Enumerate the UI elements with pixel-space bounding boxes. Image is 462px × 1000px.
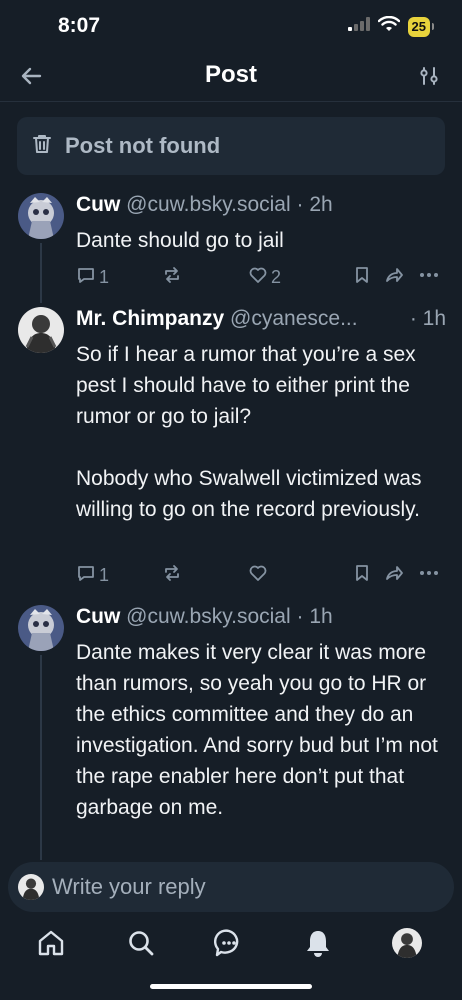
post-time: · 2h xyxy=(296,193,333,216)
reply-composer[interactable] xyxy=(8,862,454,912)
wifi-icon xyxy=(377,15,400,37)
heart-icon xyxy=(248,563,268,588)
profile-avatar[interactable] xyxy=(392,928,422,958)
post-actions: 1 2 xyxy=(76,265,448,291)
thread-line xyxy=(40,655,42,860)
repost-button[interactable] xyxy=(162,265,185,290)
more-options-button[interactable] xyxy=(418,265,440,290)
avatar[interactable] xyxy=(18,193,64,239)
search-icon[interactable] xyxy=(126,928,156,958)
bookmark-icon xyxy=(352,563,372,588)
signal-icon xyxy=(347,17,370,36)
post-item[interactable]: Cuw @cuw.bsky.social · 1h Dante makes it… xyxy=(0,605,462,860)
home-icon[interactable] xyxy=(36,928,66,958)
like-count: 2 xyxy=(271,267,282,287)
more-dots-icon xyxy=(418,563,440,588)
page-title: Post xyxy=(204,61,257,88)
avatar[interactable] xyxy=(18,307,64,353)
post-time: · 1h xyxy=(296,605,333,628)
avatar[interactable] xyxy=(18,605,64,651)
share-icon xyxy=(384,563,404,588)
repost-button[interactable] xyxy=(162,563,185,588)
author-handle[interactable]: @cyanesce... xyxy=(230,307,358,330)
repost-icon xyxy=(162,563,182,588)
reply-icon xyxy=(76,265,96,290)
reply-icon xyxy=(76,563,96,588)
bookmark-icon xyxy=(352,265,372,290)
author-name[interactable]: Mr. Chimpanzy xyxy=(76,307,224,330)
status-bar: 8:07 25 xyxy=(0,0,462,50)
reply-button[interactable]: 1 xyxy=(76,563,109,588)
bookmark-button[interactable] xyxy=(352,265,372,290)
post-item[interactable]: Mr. Chimpanzy @cyanesce... · 1h So if I … xyxy=(0,307,462,597)
author-name[interactable]: Cuw xyxy=(76,605,120,628)
my-avatar xyxy=(18,874,44,900)
post-meta: Cuw @cuw.bsky.social · 2h xyxy=(76,193,446,217)
like-button[interactable]: 2 xyxy=(248,265,281,290)
status-time: 8:07 xyxy=(58,14,101,37)
author-name[interactable]: Cuw xyxy=(76,193,120,216)
post-actions: 1 xyxy=(76,563,448,589)
post-item[interactable]: Cuw @cuw.bsky.social · 2h Dante should g… xyxy=(0,193,462,303)
home-indicator xyxy=(150,984,312,989)
more-dots-icon xyxy=(418,265,440,290)
reply-input[interactable] xyxy=(52,874,432,900)
post-text: Dante should go to jail xyxy=(76,229,284,252)
more-options-button[interactable] xyxy=(418,563,440,588)
like-button[interactable] xyxy=(248,563,271,588)
post-text: Dante makes it very clear it was more th… xyxy=(76,641,438,819)
share-button[interactable] xyxy=(384,265,404,290)
notice-text: Post not found xyxy=(65,133,221,158)
post-not-found-notice: Post not found xyxy=(17,117,445,175)
sliders-icon[interactable] xyxy=(418,65,440,87)
bookmark-button[interactable] xyxy=(352,563,372,588)
notifications-icon[interactable] xyxy=(303,928,333,958)
trash-icon xyxy=(31,133,53,160)
battery-indicator: 25 xyxy=(407,16,435,37)
top-header: Post xyxy=(0,50,462,102)
chat-icon[interactable] xyxy=(213,928,244,958)
share-button[interactable] xyxy=(384,563,404,588)
reply-count: 1 xyxy=(99,565,110,585)
heart-icon xyxy=(248,265,268,290)
post-time: · 1h xyxy=(405,307,446,331)
repost-icon xyxy=(162,265,182,290)
reply-button[interactable]: 1 xyxy=(76,265,109,290)
author-handle[interactable]: @cuw.bsky.social xyxy=(126,605,290,628)
post-meta: Mr. Chimpanzy @cyanesce... · 1h xyxy=(76,307,446,331)
reply-count: 1 xyxy=(99,267,110,287)
post-meta: Cuw @cuw.bsky.social · 1h xyxy=(76,605,446,629)
author-handle[interactable]: @cuw.bsky.social xyxy=(126,193,290,216)
post-text: So if I hear a rumor that you’re a sex p… xyxy=(76,343,422,521)
share-icon xyxy=(384,265,404,290)
thread-line xyxy=(40,243,42,303)
